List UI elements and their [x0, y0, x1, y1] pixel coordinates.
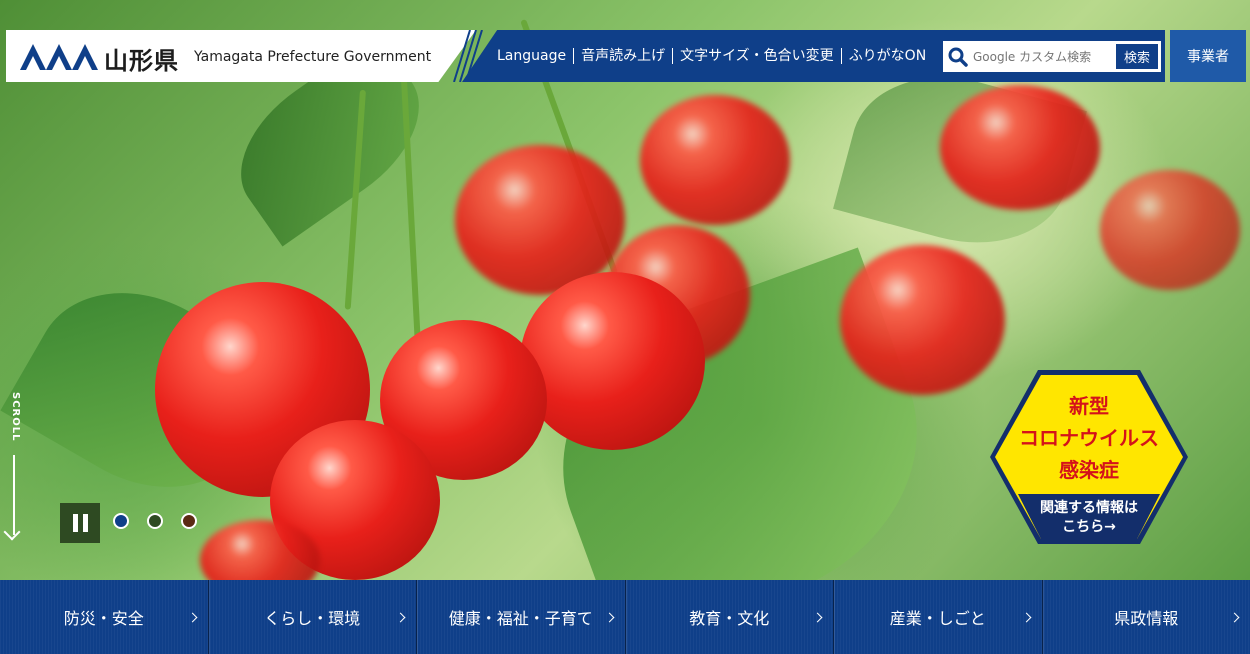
chevron-right-icon	[1021, 612, 1031, 623]
chevron-right-icon	[1229, 612, 1240, 623]
chevron-right-icon	[395, 612, 406, 623]
site-logo[interactable]: 山形県 Yamagata Prefecture Government	[6, 30, 476, 82]
pause-icon	[82, 514, 88, 532]
language-link[interactable]: Language	[490, 48, 575, 64]
badge-title-line: コロナウイルス	[1019, 426, 1159, 450]
category-disaster-safety[interactable]: 防災・安全	[0, 580, 208, 654]
chevron-right-icon	[812, 612, 823, 623]
slide-dot-2[interactable]	[147, 513, 163, 529]
category-label: 防災・安全	[63, 609, 144, 628]
badge-subtitle: 関連する情報は こちら→	[988, 499, 1190, 537]
furigana-toggle-link[interactable]: ふりがなON	[842, 48, 934, 64]
category-label: 県政情報	[1114, 609, 1179, 628]
slide-dot-1[interactable]	[113, 513, 129, 529]
logo-text-en: Yamagata Prefecture Government	[194, 49, 432, 65]
category-health-welfare-childcare[interactable]: 健康・福祉・子育て	[416, 580, 625, 654]
category-nav: 防災・安全 くらし・環境 健康・福祉・子育て 教育・文化 産業・しごと 県政情報	[0, 580, 1250, 654]
badge-title-line: 感染症	[1059, 458, 1119, 482]
cherry	[520, 272, 705, 450]
prefecture-emblem-icon	[20, 44, 98, 70]
covid19-info-badge[interactable]: 新型 コロナウイルス 感染症 関連する情報は こちら→	[988, 368, 1190, 546]
cherry	[840, 245, 1005, 395]
scroll-label: SCROLL	[10, 392, 21, 442]
cherry	[940, 85, 1100, 210]
text-size-color-link[interactable]: 文字サイズ・色合い変更	[673, 48, 842, 64]
chevron-right-icon	[187, 612, 197, 623]
category-label: 健康・福祉・子育て	[448, 609, 593, 628]
search-input[interactable]	[973, 49, 1111, 64]
text-to-speech-link[interactable]: 音声読み上げ	[574, 48, 674, 64]
search-button[interactable]: 検索	[1116, 44, 1158, 69]
badge-title-line: 新型	[1069, 394, 1109, 418]
category-label: 教育・文化	[689, 609, 770, 628]
category-prefectural-government[interactable]: 県政情報	[1041, 580, 1250, 654]
header-nav: Language 音声読み上げ 文字サイズ・色合い変更 ふりがなON	[490, 30, 933, 82]
badge-sub-line: こちら→	[1062, 519, 1116, 535]
slide-dot-3[interactable]	[181, 513, 197, 529]
pause-icon	[72, 514, 78, 532]
category-education-culture[interactable]: 教育・文化	[624, 580, 834, 654]
cherry	[640, 95, 790, 225]
badge-title: 新型 コロナウイルス 感染症	[988, 390, 1190, 486]
business-button[interactable]: 事業者	[1170, 30, 1246, 82]
scroll-line	[13, 455, 15, 535]
category-label: 産業・しごと	[889, 609, 986, 628]
site-search: 検索	[943, 41, 1161, 72]
category-living-environment[interactable]: くらし・環境	[207, 580, 417, 654]
badge-sub-line: 関連する情報は	[1040, 500, 1138, 516]
category-label: くらし・環境	[264, 609, 361, 628]
cherry	[1100, 170, 1240, 290]
search-icon	[943, 47, 973, 67]
slideshow-pause-button[interactable]	[60, 503, 100, 543]
logo-text-jp: 山形県	[104, 47, 179, 75]
chevron-right-icon	[604, 612, 614, 623]
category-industry-work[interactable]: 産業・しごと	[833, 580, 1042, 654]
